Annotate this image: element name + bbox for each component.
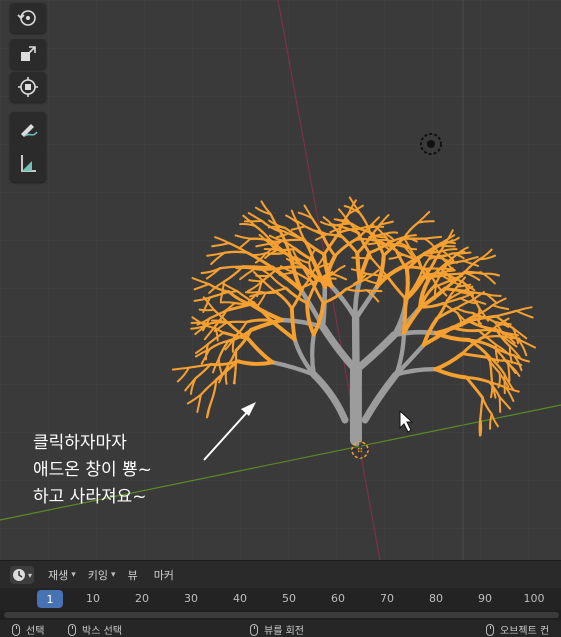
twig-outline: [438, 244, 456, 248]
status-label: 오브젝트 컨: [500, 626, 550, 637]
timeline-header: ▾ 재생 ▾ 키잉 ▾ 뷰 마커: [0, 560, 561, 589]
editor-type-button[interactable]: ▾: [10, 566, 34, 584]
frame-number: 80: [429, 592, 443, 605]
status-bar: 선택 박스 선택 뷰를 회전 오브젝트 컨: [0, 620, 561, 637]
tool-group-annotate: [10, 112, 46, 182]
annotation-text: 클릭하자마자 애드온 창이 뿅~ 하고 사라져요~: [33, 430, 223, 511]
twig-outline: [219, 301, 236, 304]
frame-number: 10: [86, 592, 100, 605]
annotate-icon[interactable]: [10, 112, 46, 146]
menu-label: 마커: [153, 569, 174, 582]
mouse-right-icon: [486, 623, 494, 636]
twig-outline: [244, 290, 261, 294]
mouse-left-icon: [12, 623, 20, 636]
status-select: 선택: [12, 622, 44, 637]
menu-marker[interactable]: 마커: [154, 567, 174, 583]
timeline-scrollbar[interactable]: [0, 610, 561, 620]
annotation-line: 클릭하자마자: [33, 433, 127, 453]
twig-outline: [235, 266, 256, 270]
menu-keying[interactable]: 키잉 ▾: [88, 567, 116, 583]
twig-outline: [351, 256, 373, 260]
status-label: 박스 선택: [82, 626, 122, 637]
clock-icon: [12, 569, 25, 581]
frame-number: 20: [135, 592, 149, 605]
frame-number: 30: [184, 592, 198, 605]
frame-number: 70: [380, 592, 394, 605]
frame-number: 40: [233, 592, 247, 605]
frame-number: 100: [523, 592, 545, 605]
scrollbar-thumb[interactable]: [4, 612, 559, 618]
menu-label: 키잉: [87, 569, 109, 582]
mouse-drag-icon: [68, 623, 76, 636]
twig-outline: [280, 238, 305, 243]
menu-label: 뷰: [127, 569, 138, 582]
twig-outline: [264, 251, 286, 255]
twig-outline: [225, 320, 248, 324]
menu-playback[interactable]: 재생 ▾: [48, 567, 76, 583]
status-object-context: 오브젝트 컨: [486, 622, 549, 637]
frame-number: 60: [331, 592, 345, 605]
annotation-line: 애드온 창이 뿅~: [33, 460, 152, 480]
status-label: 뷰를 회전: [264, 626, 304, 637]
chevron-down-icon: ▾: [71, 570, 76, 580]
status-rotate-view: 뷰를 회전: [250, 622, 304, 637]
annotation-line: 하고 사라져요~: [33, 487, 147, 507]
status-label: 선택: [26, 626, 45, 637]
frame-number: 90: [478, 592, 492, 605]
3d-viewport[interactable]: 클릭하자마자 애드온 창이 뿅~ 하고 사라져요~: [0, 0, 561, 560]
status-box-select: 박스 선택: [68, 622, 122, 637]
chevron-down-icon: ▾: [27, 570, 32, 580]
twig-outline: [456, 251, 472, 255]
mouse-middle-icon: [250, 623, 258, 636]
frame-number: 50: [282, 592, 296, 605]
twig-outline: [190, 321, 210, 325]
twig-outline: [479, 417, 483, 437]
menu-label: 재생: [48, 569, 69, 582]
current-frame-indicator[interactable]: 1: [37, 590, 63, 608]
twig-outline: [198, 308, 215, 312]
rotate-view-icon[interactable]: [10, 3, 46, 33]
twig-outline: [233, 301, 255, 305]
chevron-down-icon: ▾: [111, 570, 116, 580]
transform-icon[interactable]: [10, 72, 46, 102]
frame-ruler[interactable]: 1 10 20 30 40 50 60 70 80 90 100: [0, 588, 561, 610]
branch: [310, 332, 317, 377]
menu-view[interactable]: 뷰: [128, 567, 138, 583]
twig-outline: [498, 396, 502, 413]
measure-icon[interactable]: [10, 146, 46, 180]
scale-icon[interactable]: [10, 39, 46, 69]
twig-outline: [253, 267, 279, 271]
